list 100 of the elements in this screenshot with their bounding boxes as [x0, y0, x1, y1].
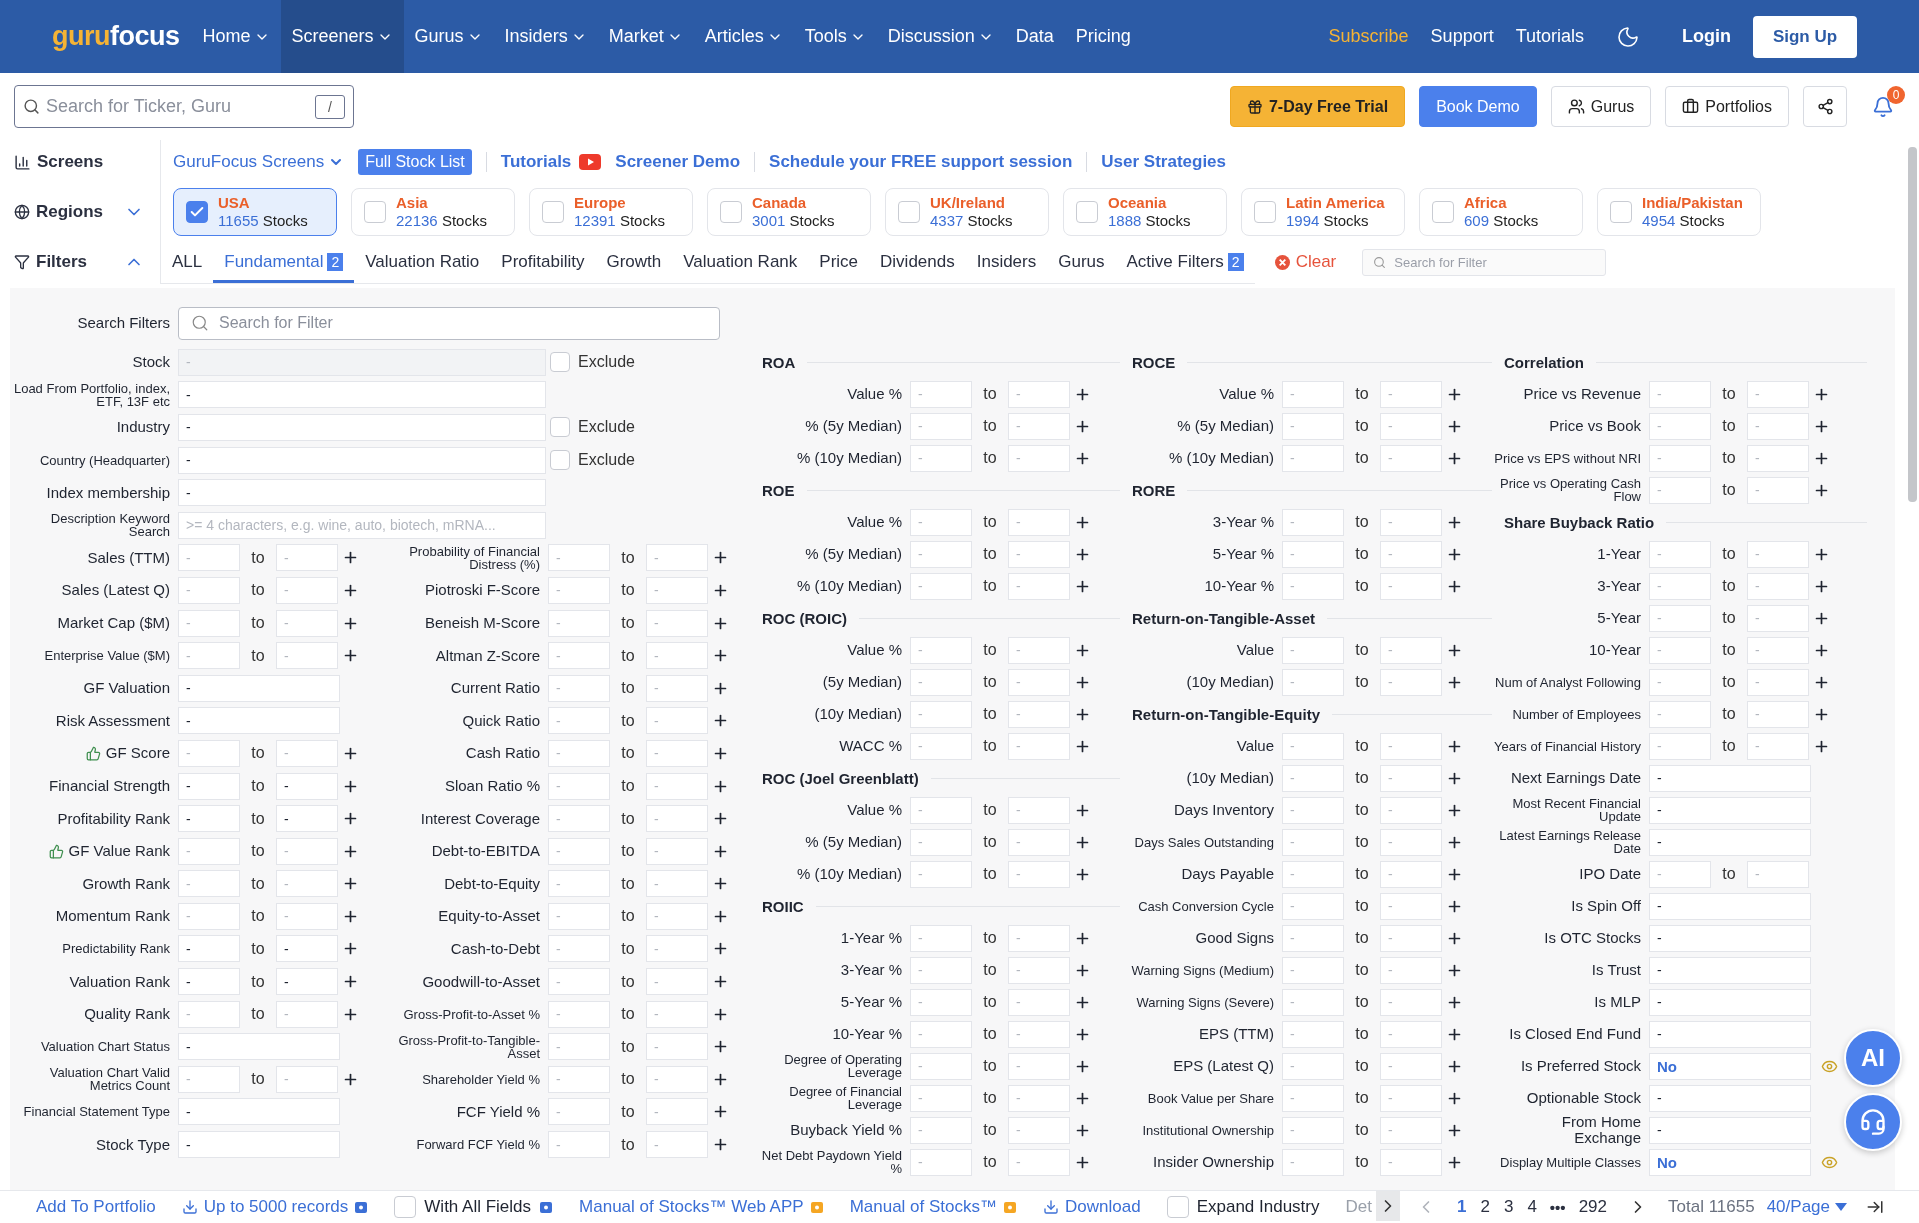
- nav-item[interactable]: Tools: [793, 0, 877, 73]
- region-card[interactable]: Asia 22136 Stocks: [351, 188, 515, 236]
- filter-tab[interactable]: Price: [808, 243, 870, 283]
- action-link[interactable]: Add To Portfolio: [36, 1197, 156, 1217]
- moon-icon[interactable]: [1616, 24, 1640, 49]
- min-field[interactable]: -: [910, 860, 972, 888]
- max-field[interactable]: -: [1380, 1084, 1442, 1112]
- max-field[interactable]: -: [1380, 412, 1442, 440]
- download-link[interactable]: Up to 5000 records: [181, 1197, 369, 1217]
- max-field[interactable]: -: [646, 805, 708, 833]
- max-field[interactable]: -: [276, 739, 338, 767]
- filter-tab[interactable]: ALL: [161, 243, 214, 283]
- min-field[interactable]: -: [178, 935, 240, 963]
- min-field[interactable]: -: [548, 1098, 610, 1126]
- min-field[interactable]: -: [1282, 988, 1344, 1016]
- min-field[interactable]: -: [548, 902, 610, 930]
- min-field[interactable]: -: [178, 544, 240, 572]
- min-field[interactable]: -: [910, 1020, 972, 1048]
- max-field[interactable]: -: [1380, 1148, 1442, 1176]
- min-field[interactable]: -: [178, 902, 240, 930]
- max-field[interactable]: -: [646, 1065, 708, 1093]
- min-field[interactable]: -: [1282, 892, 1344, 920]
- select-field[interactable]: -: [1649, 892, 1811, 920]
- page-link[interactable]: 292: [1571, 1197, 1614, 1217]
- download-link[interactable]: Download: [1043, 1197, 1141, 1217]
- min-field[interactable]: -: [548, 968, 610, 996]
- select-field[interactable]: No: [1649, 1148, 1811, 1176]
- screener-link[interactable]: Schedule your FREE support session: [754, 152, 1073, 172]
- max-field[interactable]: -: [1008, 1148, 1070, 1176]
- max-field[interactable]: -: [1008, 412, 1070, 440]
- max-field[interactable]: -: [646, 1000, 708, 1028]
- min-field[interactable]: -: [1649, 700, 1711, 728]
- max-field[interactable]: -: [1380, 1020, 1442, 1048]
- min-field[interactable]: -: [1649, 860, 1711, 888]
- max-field[interactable]: -: [1747, 380, 1809, 408]
- select-field[interactable]: -: [1649, 828, 1811, 856]
- max-field[interactable]: -: [646, 1033, 708, 1061]
- max-field[interactable]: -: [276, 805, 338, 833]
- region-checkbox[interactable]: [186, 201, 208, 223]
- max-field[interactable]: -: [276, 968, 338, 996]
- min-field[interactable]: -: [910, 380, 972, 408]
- max-field[interactable]: -: [1008, 732, 1070, 760]
- max-field[interactable]: -: [1747, 540, 1809, 568]
- min-field[interactable]: -: [1282, 508, 1344, 536]
- min-field[interactable]: -: [178, 642, 240, 670]
- max-field[interactable]: -: [646, 837, 708, 865]
- max-field[interactable]: -: [276, 609, 338, 637]
- min-field[interactable]: -: [1649, 636, 1711, 664]
- min-field[interactable]: -: [1649, 380, 1711, 408]
- header-link[interactable]: Support: [1430, 26, 1494, 47]
- min-field[interactable]: -: [1282, 668, 1344, 696]
- exclude-checkbox[interactable]: [550, 417, 570, 438]
- max-field[interactable]: -: [646, 968, 708, 996]
- min-field[interactable]: -: [1649, 540, 1711, 568]
- max-field[interactable]: -: [646, 674, 708, 702]
- filter-tab[interactable]: Valuation Ratio: [354, 243, 491, 283]
- min-field[interactable]: -: [1649, 572, 1711, 600]
- max-field[interactable]: -: [1380, 732, 1442, 760]
- min-field[interactable]: -: [910, 1148, 972, 1176]
- max-field[interactable]: -: [1380, 956, 1442, 984]
- min-field[interactable]: -: [178, 837, 240, 865]
- min-field[interactable]: -: [910, 924, 972, 952]
- max-field[interactable]: -: [1008, 572, 1070, 600]
- header-link[interactable]: Subscribe: [1328, 26, 1409, 47]
- max-field[interactable]: -: [1747, 732, 1809, 760]
- max-field[interactable]: -: [1380, 636, 1442, 664]
- page-link[interactable]: 2: [1473, 1197, 1497, 1217]
- select-field[interactable]: -: [1649, 1020, 1811, 1048]
- min-field[interactable]: -: [910, 444, 972, 472]
- min-field[interactable]: -: [178, 609, 240, 637]
- filter-tab[interactable]: Gurus: [1047, 243, 1116, 283]
- max-field[interactable]: -: [276, 642, 338, 670]
- filter-search-field[interactable]: Search for Filter: [1392, 253, 1596, 271]
- min-field[interactable]: -: [548, 544, 610, 572]
- min-field[interactable]: -: [548, 674, 610, 702]
- max-field[interactable]: -: [1380, 828, 1442, 856]
- action-link[interactable]: Manual of Stocks™ Web APP: [579, 1197, 824, 1217]
- max-field[interactable]: -: [1008, 700, 1070, 728]
- screens-dropdown[interactable]: GuruFocus Screens: [173, 152, 345, 172]
- min-field[interactable]: -: [548, 805, 610, 833]
- max-field[interactable]: -: [1008, 380, 1070, 408]
- min-field[interactable]: -: [178, 805, 240, 833]
- min-field[interactable]: -: [910, 988, 972, 1016]
- select-field[interactable]: -: [178, 1033, 340, 1061]
- select-field[interactable]: -: [178, 1131, 340, 1159]
- min-field[interactable]: -: [1282, 796, 1344, 824]
- max-field[interactable]: -: [1380, 1116, 1442, 1144]
- max-field[interactable]: -: [1380, 924, 1442, 952]
- region-checkbox[interactable]: [720, 201, 742, 223]
- max-field[interactable]: -: [1008, 828, 1070, 856]
- search-field[interactable]: Search for Ticker, Guru: [44, 95, 311, 118]
- max-field[interactable]: -: [1380, 988, 1442, 1016]
- max-field[interactable]: -: [1747, 444, 1809, 472]
- region-card[interactable]: Canada 3001 Stocks: [707, 188, 871, 236]
- region-card[interactable]: Europe 12391 Stocks: [529, 188, 693, 236]
- max-field[interactable]: -: [1380, 540, 1442, 568]
- max-field[interactable]: -: [1747, 412, 1809, 440]
- max-field[interactable]: -: [276, 1000, 338, 1028]
- max-field[interactable]: -: [276, 870, 338, 898]
- header-link[interactable]: Tutorials: [1515, 26, 1584, 47]
